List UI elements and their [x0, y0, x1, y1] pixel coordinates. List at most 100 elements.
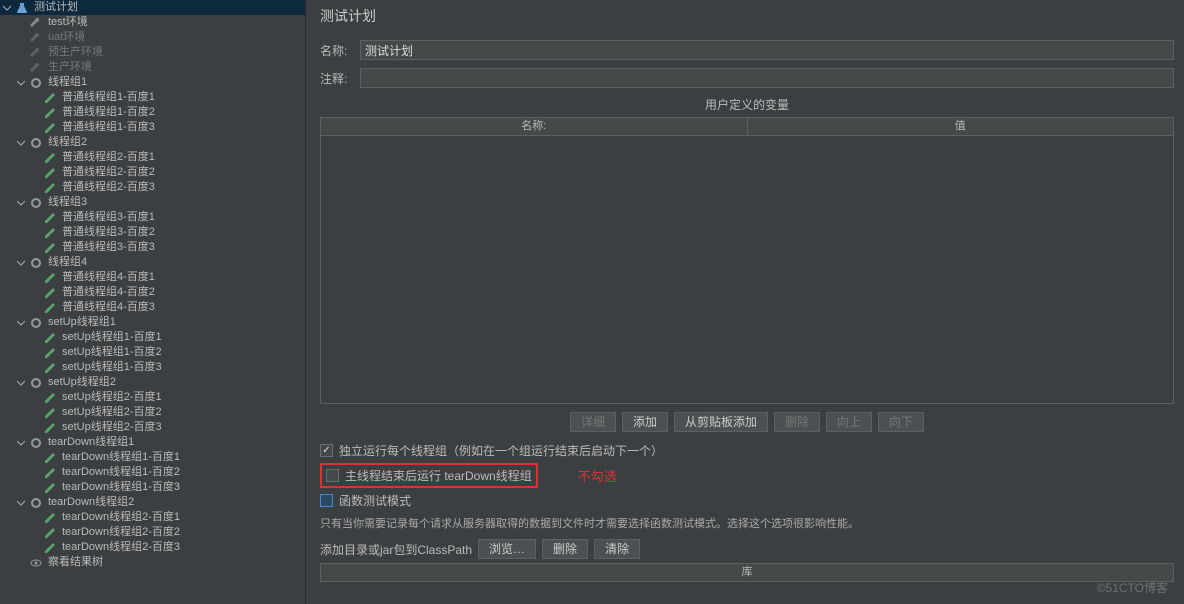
tree-item[interactable]: 生产环境: [0, 60, 305, 75]
tree-item-label: 察看结果树: [46, 555, 103, 570]
tree-item[interactable]: 普通线程组2-百度2: [0, 165, 305, 180]
tree-item-label: setUp线程组1-百度2: [60, 345, 162, 360]
tree-item[interactable]: 普通线程组3-百度2: [0, 225, 305, 240]
tree-root[interactable]: 测试计划: [0, 0, 305, 15]
collapse-icon[interactable]: [14, 379, 28, 387]
tree-item-label: 普通线程组4-百度2: [60, 285, 155, 300]
checkbox-functest[interactable]: [320, 494, 333, 507]
tree-item[interactable]: setUp线程组2-百度2: [0, 405, 305, 420]
tree-item[interactable]: 线程组1: [0, 75, 305, 90]
vars-table-body[interactable]: [320, 136, 1174, 404]
tree-item[interactable]: tearDown线程组2-百度3: [0, 540, 305, 555]
tree-item-label: setUp线程组1-百度3: [60, 360, 162, 375]
tree-item[interactable]: 普通线程组1-百度1: [0, 90, 305, 105]
tree-item-label: 预生产环境: [46, 45, 103, 60]
tree-item[interactable]: 普通线程组3-百度3: [0, 240, 305, 255]
tree-item[interactable]: tearDown线程组1-百度3: [0, 480, 305, 495]
collapse-icon[interactable]: [14, 79, 28, 87]
tree-item-label: 普通线程组1-百度2: [60, 105, 155, 120]
tree-item[interactable]: setUp线程组1-百度1: [0, 330, 305, 345]
tree-item[interactable]: 线程组2: [0, 135, 305, 150]
collapse-icon[interactable]: [14, 139, 28, 147]
clear-button[interactable]: 清除: [594, 539, 640, 559]
tree-item[interactable]: 察看结果树: [0, 555, 305, 570]
sampler-icon: [42, 451, 58, 465]
sampler-icon: [42, 241, 58, 255]
tree-item-label: setUp线程组2-百度3: [60, 420, 162, 435]
tree-item[interactable]: 普通线程组1-百度3: [0, 120, 305, 135]
tree-item[interactable]: test环境: [0, 15, 305, 30]
sampler-icon: [42, 151, 58, 165]
tree-item-label: setUp线程组1: [46, 315, 116, 330]
tree-item[interactable]: 普通线程组4-百度3: [0, 300, 305, 315]
tree-item[interactable]: 普通线程组2-百度3: [0, 180, 305, 195]
collapse-icon[interactable]: [14, 499, 28, 507]
tree-item-label: 生产环境: [46, 60, 92, 75]
browse-button[interactable]: 浏览…: [478, 539, 536, 559]
tree-item[interactable]: tearDown线程组1: [0, 435, 305, 450]
eye-icon: [28, 556, 44, 570]
sampler-icon: [42, 166, 58, 180]
detail-button[interactable]: 详细: [570, 412, 616, 432]
up-button[interactable]: 向上: [826, 412, 872, 432]
tree-item-label: setUp线程组2-百度1: [60, 390, 162, 405]
sampler-icon: [42, 391, 58, 405]
tree-item[interactable]: setUp线程组2-百度3: [0, 420, 305, 435]
collapse-icon[interactable]: [14, 199, 28, 207]
tree-item[interactable]: tearDown线程组1-百度2: [0, 465, 305, 480]
wrench-icon: [28, 31, 44, 45]
tree-item-label: 普通线程组1-百度3: [60, 120, 155, 135]
tree-item[interactable]: 线程组3: [0, 195, 305, 210]
tree-item-label: 普通线程组3-百度1: [60, 210, 155, 225]
checkbox-teardown[interactable]: [326, 469, 339, 482]
tree-item-label: setUp线程组1-百度1: [60, 330, 162, 345]
tree-item[interactable]: setUp线程组2: [0, 375, 305, 390]
vars-button-bar: 详细 添加 从剪贴板添加 删除 向上 向下: [320, 412, 1174, 432]
tree-item[interactable]: 预生产环境: [0, 45, 305, 60]
wrench-icon: [28, 61, 44, 75]
tree-item[interactable]: 普通线程组4-百度1: [0, 270, 305, 285]
page-title: 测试计划: [320, 6, 1174, 26]
tree-item-label: tearDown线程组2-百度2: [60, 525, 180, 540]
comment-input[interactable]: [360, 68, 1174, 88]
sampler-icon: [42, 121, 58, 135]
add-button[interactable]: 添加: [622, 412, 668, 432]
flask-icon: [14, 1, 30, 15]
tree-item[interactable]: 普通线程组4-百度2: [0, 285, 305, 300]
tree-item[interactable]: setUp线程组1-百度3: [0, 360, 305, 375]
cp-delete-button[interactable]: 删除: [542, 539, 588, 559]
collapse-icon[interactable]: [14, 319, 28, 327]
down-button[interactable]: 向下: [878, 412, 924, 432]
th-value: 值: [748, 118, 1174, 135]
checkbox-independent[interactable]: [320, 444, 333, 457]
tree-item[interactable]: setUp线程组2-百度1: [0, 390, 305, 405]
collapse-icon[interactable]: [14, 439, 28, 447]
name-label: 名称:: [320, 42, 360, 59]
sampler-icon: [42, 286, 58, 300]
gear-icon: [28, 496, 44, 510]
tree-item-label: 普通线程组3-百度3: [60, 240, 155, 255]
paste-button[interactable]: 从剪贴板添加: [674, 412, 768, 432]
delete-button[interactable]: 删除: [774, 412, 820, 432]
tree-item[interactable]: tearDown线程组1-百度1: [0, 450, 305, 465]
gear-icon: [28, 76, 44, 90]
gear-icon: [28, 136, 44, 150]
tree-item[interactable]: 普通线程组1-百度2: [0, 105, 305, 120]
name-input[interactable]: [360, 40, 1174, 60]
collapse-icon[interactable]: [0, 4, 14, 12]
tree-item[interactable]: uat环境: [0, 30, 305, 45]
tree-item-label: 线程组1: [46, 75, 87, 90]
tree-item[interactable]: setUp线程组1: [0, 315, 305, 330]
watermark: ©51CTO博客: [1097, 579, 1168, 596]
tree-item[interactable]: 普通线程组3-百度1: [0, 210, 305, 225]
tree-item[interactable]: 线程组4: [0, 255, 305, 270]
tree-item[interactable]: tearDown线程组2-百度2: [0, 525, 305, 540]
sampler-icon: [42, 421, 58, 435]
main-panel: 测试计划 名称: 注释: 用户定义的变量 名称: 值 详细 添加 从剪贴板添加 …: [306, 0, 1184, 604]
tree-item[interactable]: tearDown线程组2: [0, 495, 305, 510]
tree-item[interactable]: 普通线程组2-百度1: [0, 150, 305, 165]
tree-item[interactable]: setUp线程组1-百度2: [0, 345, 305, 360]
tree-item[interactable]: tearDown线程组2-百度1: [0, 510, 305, 525]
sampler-icon: [42, 541, 58, 555]
collapse-icon[interactable]: [14, 259, 28, 267]
